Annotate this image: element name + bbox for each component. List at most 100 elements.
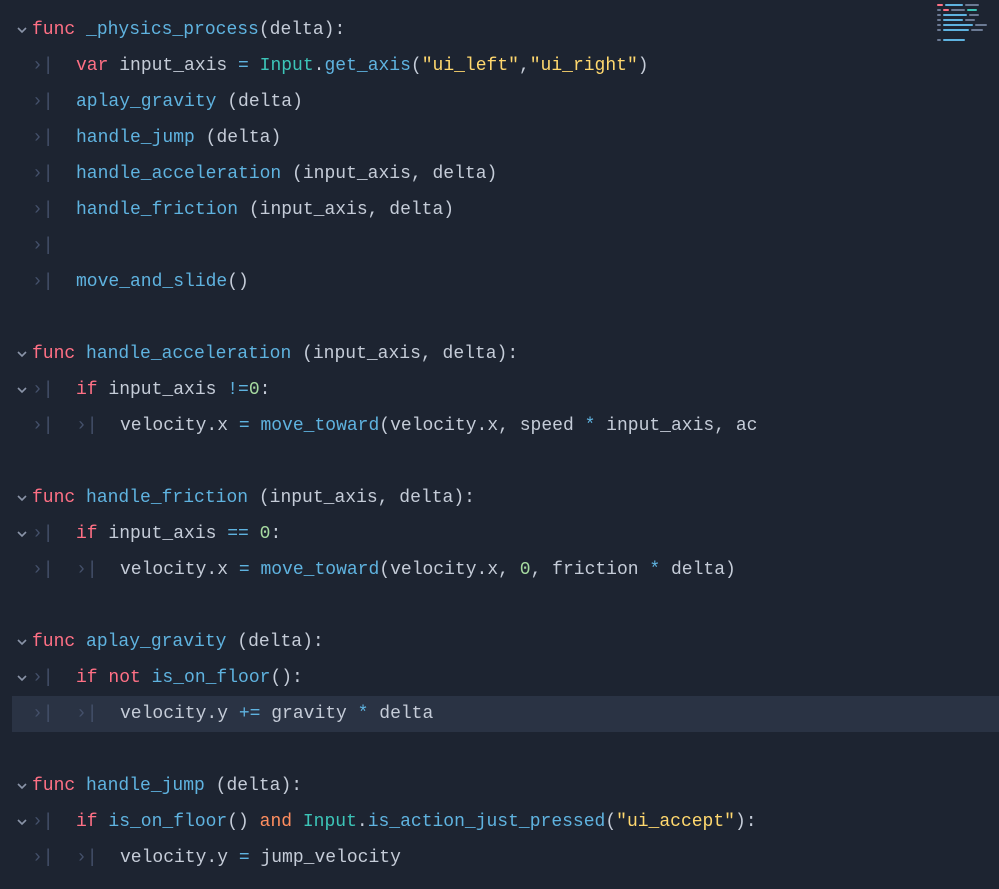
code-line[interactable]: ›| if input_axis !=0: bbox=[12, 372, 999, 408]
code-line[interactable]: ›| if input_axis == 0: bbox=[12, 516, 999, 552]
code-token: Input bbox=[303, 804, 357, 840]
indent-guide: ›| bbox=[32, 552, 76, 588]
fold-arrow-icon[interactable] bbox=[12, 673, 32, 683]
code-token: , bbox=[421, 336, 443, 372]
code-token: is_on_floor bbox=[152, 660, 271, 696]
indent-guide: ›| bbox=[32, 156, 76, 192]
code-line[interactable]: ›| handle_friction (input_axis, delta) bbox=[12, 192, 999, 228]
minimap-row bbox=[937, 24, 995, 26]
code-line[interactable]: ›| handle_jump (delta) bbox=[12, 120, 999, 156]
code-token: delta bbox=[671, 552, 725, 588]
code-token: if not bbox=[76, 660, 152, 696]
code-token: ( bbox=[237, 624, 248, 660]
fold-arrow-icon[interactable] bbox=[12, 385, 32, 395]
code-token: func bbox=[32, 624, 86, 660]
minimap-segment bbox=[937, 24, 941, 26]
fold-arrow-icon[interactable] bbox=[12, 529, 32, 539]
code-token: : bbox=[260, 372, 271, 408]
code-line[interactable]: ›| ›| velocity.x = move_toward(velocity.… bbox=[12, 408, 999, 444]
code-token: ) bbox=[292, 84, 303, 120]
code-token: ( bbox=[292, 156, 303, 192]
code-token: delta bbox=[226, 768, 280, 804]
code-token: == bbox=[227, 516, 259, 552]
minimap[interactable] bbox=[937, 4, 995, 44]
code-line[interactable]: ›| move_and_slide() bbox=[12, 264, 999, 300]
code-line[interactable]: ›| ›| velocity.y += gravity * delta bbox=[12, 696, 999, 732]
code-line[interactable]: func handle_friction (input_axis, delta)… bbox=[12, 480, 999, 516]
code-line[interactable]: ›| aplay_gravity (delta) bbox=[12, 84, 999, 120]
code-token: ( bbox=[227, 84, 238, 120]
code-token: and bbox=[260, 804, 303, 840]
minimap-row bbox=[937, 19, 995, 21]
code-token: delta bbox=[389, 192, 443, 228]
code-token: , bbox=[498, 552, 520, 588]
minimap-segment bbox=[967, 9, 977, 11]
code-token: x bbox=[217, 408, 239, 444]
code-line[interactable]: func handle_jump (delta): bbox=[12, 768, 999, 804]
fold-arrow-icon[interactable] bbox=[12, 349, 32, 359]
code-token: if bbox=[76, 516, 108, 552]
code-line[interactable]: func aplay_gravity (delta): bbox=[12, 624, 999, 660]
minimap-segment bbox=[943, 14, 967, 16]
code-token: 0 bbox=[520, 552, 531, 588]
code-editor[interactable]: func _physics_process(delta):›| var inpu… bbox=[0, 0, 999, 888]
fold-arrow-icon[interactable] bbox=[12, 637, 32, 647]
code-line[interactable]: ›| if not is_on_floor(): bbox=[12, 660, 999, 696]
code-token: Input bbox=[260, 48, 314, 84]
code-line[interactable]: func _physics_process(delta): bbox=[12, 12, 999, 48]
code-line[interactable]: func handle_acceleration (input_axis, de… bbox=[12, 336, 999, 372]
code-line[interactable]: ›| handle_acceleration (input_axis, delt… bbox=[12, 156, 999, 192]
code-token: delta bbox=[433, 156, 487, 192]
code-token: delta bbox=[248, 624, 302, 660]
code-token: move_toward bbox=[260, 408, 379, 444]
code-line[interactable]: ›| if is_on_floor() and Input.is_action_… bbox=[12, 804, 999, 840]
fold-arrow-icon[interactable] bbox=[12, 781, 32, 791]
code-line[interactable] bbox=[12, 300, 999, 336]
code-token: ( bbox=[379, 552, 390, 588]
code-line[interactable] bbox=[12, 444, 999, 480]
code-token: . bbox=[206, 552, 217, 588]
code-token: , bbox=[498, 408, 520, 444]
minimap-segment bbox=[943, 39, 965, 41]
indent-guide: ›| bbox=[32, 228, 76, 264]
code-token: ) bbox=[443, 192, 454, 228]
code-token: != bbox=[227, 372, 249, 408]
indent-guide: ›| bbox=[32, 372, 76, 408]
code-token: * bbox=[585, 408, 607, 444]
code-token: ( bbox=[379, 408, 390, 444]
code-token: friction bbox=[552, 552, 649, 588]
code-line[interactable]: ›| bbox=[12, 228, 999, 264]
code-token: func bbox=[32, 768, 86, 804]
fold-arrow-icon[interactable] bbox=[12, 25, 32, 35]
fold-arrow-icon[interactable] bbox=[12, 817, 32, 827]
code-token: speed bbox=[520, 408, 585, 444]
code-token: handle_friction bbox=[76, 192, 249, 228]
code-line[interactable]: ›| ›| velocity.y = jump_velocity bbox=[12, 840, 999, 876]
code-line[interactable]: ›| ›| velocity.x = move_toward(velocity.… bbox=[12, 552, 999, 588]
code-token: velocity bbox=[120, 840, 206, 876]
code-token: ): bbox=[302, 624, 324, 660]
indent-guide: ›| bbox=[32, 660, 76, 696]
code-token: ): bbox=[497, 336, 519, 372]
code-token: 0 bbox=[249, 372, 260, 408]
code-token: handle_friction bbox=[86, 480, 259, 516]
code-token: ): bbox=[280, 768, 302, 804]
code-line[interactable]: ›| var input_axis = Input.get_axis("ui_l… bbox=[12, 48, 999, 84]
code-token: ( bbox=[259, 480, 270, 516]
code-token: delta bbox=[399, 480, 453, 516]
minimap-segment bbox=[965, 4, 979, 6]
code-token: x bbox=[487, 552, 498, 588]
minimap-row bbox=[937, 14, 995, 16]
code-line[interactable] bbox=[12, 588, 999, 624]
fold-arrow-icon[interactable] bbox=[12, 493, 32, 503]
code-token: jump_velocity bbox=[260, 840, 400, 876]
code-token: input_axis bbox=[270, 480, 378, 516]
code-token: = bbox=[239, 408, 261, 444]
code-token: aplay_gravity bbox=[86, 624, 237, 660]
code-token: ( bbox=[216, 768, 227, 804]
code-line[interactable] bbox=[12, 732, 999, 768]
code-token: input_axis bbox=[313, 336, 421, 372]
code-token: y bbox=[217, 840, 239, 876]
code-token: handle_jump bbox=[86, 768, 216, 804]
code-token: ( bbox=[411, 48, 422, 84]
